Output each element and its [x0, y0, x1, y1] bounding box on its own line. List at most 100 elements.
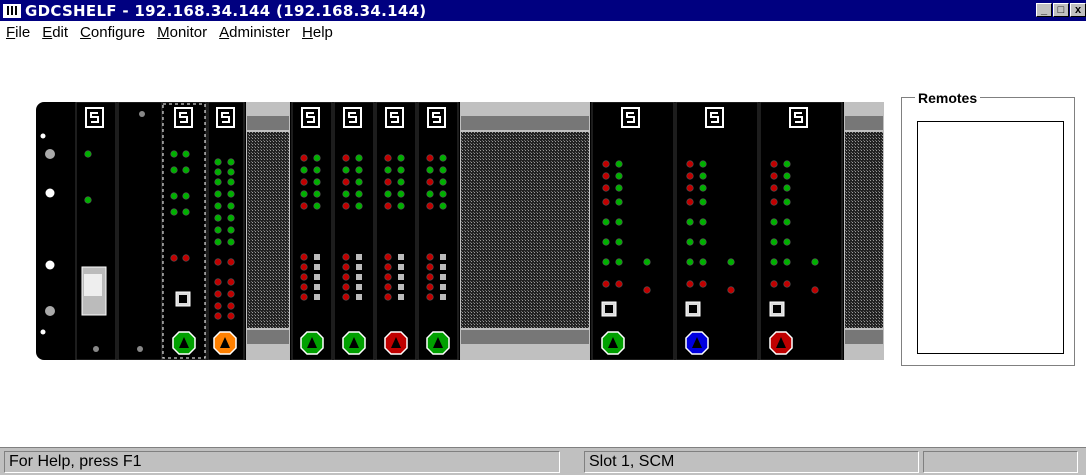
led-indicator — [170, 254, 178, 262]
led-indicator — [699, 172, 707, 180]
blank-slot-3 — [844, 102, 884, 360]
card-slot-1[interactable] — [161, 101, 207, 361]
led-indicator — [602, 258, 610, 266]
card-slot-8[interactable] — [675, 101, 759, 361]
card-panel — [759, 101, 843, 361]
led-indicator — [214, 190, 222, 198]
led-indicator — [643, 258, 651, 266]
title-bar: GDCSHELF - 192.168.34.144 (192.168.34.14… — [0, 0, 1086, 21]
led-indicator — [384, 263, 392, 271]
menu-edit[interactable]: Edit — [42, 24, 68, 41]
led-indicator — [214, 202, 222, 210]
led-indicator — [214, 290, 222, 298]
led-indicator — [300, 253, 308, 261]
led-indicator — [426, 253, 434, 261]
led-indicator — [615, 198, 623, 206]
blank-slot-2 — [460, 102, 590, 360]
menu-configure[interactable]: Configure — [80, 24, 145, 41]
led-indicator — [384, 190, 392, 198]
menu-bar: File Edit Configure Monitor Administer H… — [0, 21, 1086, 61]
led-indicator — [727, 258, 735, 266]
card-panel — [117, 101, 163, 361]
menu-administer[interactable]: Administer — [219, 24, 290, 41]
led-indicator — [783, 238, 791, 246]
status-square — [398, 274, 404, 280]
status-square — [440, 274, 446, 280]
led-indicator — [397, 166, 405, 174]
shelf-view[interactable] — [36, 101, 884, 361]
led-indicator — [727, 286, 735, 294]
led-indicator — [426, 154, 434, 162]
led-indicator — [439, 202, 447, 210]
led-indicator — [227, 190, 235, 198]
menu-file[interactable]: File — [6, 24, 30, 41]
card-slot-2[interactable] — [207, 101, 245, 361]
led-indicator — [397, 202, 405, 210]
led-indicator — [686, 280, 694, 288]
led-indicator — [342, 154, 350, 162]
card-slot-narrow[interactable] — [117, 101, 163, 361]
card-slot-5[interactable] — [375, 101, 417, 361]
led-indicator — [182, 192, 190, 200]
card-slot-scm[interactable] — [75, 101, 117, 361]
led-indicator — [342, 178, 350, 186]
status-square — [314, 264, 320, 270]
led-indicator — [699, 280, 707, 288]
led-indicator — [313, 166, 321, 174]
led-indicator — [300, 178, 308, 186]
card-panel — [207, 101, 245, 361]
window-controls: _ □ x — [1035, 3, 1086, 17]
led-indicator — [342, 293, 350, 301]
led-indicator — [426, 178, 434, 186]
led-indicator — [602, 238, 610, 246]
remotes-label: Remotes — [915, 90, 981, 106]
led-indicator — [170, 192, 178, 200]
led-indicator — [783, 218, 791, 226]
system-menu-icon[interactable] — [3, 3, 21, 18]
card-slot-9[interactable] — [759, 101, 843, 361]
led-indicator — [426, 190, 434, 198]
status-square — [398, 294, 404, 300]
led-indicator — [397, 178, 405, 186]
led-indicator — [602, 198, 610, 206]
led-indicator — [783, 198, 791, 206]
remotes-list[interactable] — [917, 121, 1064, 354]
led-indicator — [355, 166, 363, 174]
close-button[interactable]: x — [1070, 3, 1086, 17]
card-panel — [675, 101, 759, 361]
led-indicator — [811, 286, 819, 294]
card-slot-7[interactable] — [591, 101, 675, 361]
led-indicator — [615, 280, 623, 288]
led-indicator — [300, 293, 308, 301]
card-slot-4[interactable] — [333, 101, 375, 361]
card-panel — [291, 101, 333, 361]
card-slot-6[interactable] — [417, 101, 459, 361]
led-indicator — [699, 160, 707, 168]
led-indicator — [355, 202, 363, 210]
led-indicator — [313, 202, 321, 210]
menu-monitor[interactable]: Monitor — [157, 24, 207, 41]
led-indicator — [342, 283, 350, 291]
led-indicator — [439, 154, 447, 162]
led-indicator — [439, 178, 447, 186]
led-indicator — [770, 258, 778, 266]
led-indicator — [313, 178, 321, 186]
led-indicator — [227, 168, 235, 176]
led-indicator — [300, 154, 308, 162]
restore-button[interactable]: □ — [1053, 3, 1069, 17]
led-indicator — [602, 160, 610, 168]
card-slot-3[interactable] — [291, 101, 333, 361]
led-indicator — [214, 258, 222, 266]
led-indicator — [615, 238, 623, 246]
led-indicator — [182, 254, 190, 262]
menu-help[interactable]: Help — [302, 24, 333, 41]
led-indicator — [300, 166, 308, 174]
led-indicator — [355, 154, 363, 162]
led-indicator — [227, 312, 235, 320]
led-indicator — [342, 190, 350, 198]
led-indicator — [770, 280, 778, 288]
status-help-text: For Help, press F1 — [4, 450, 560, 473]
status-square — [398, 264, 404, 270]
shelf-graphic[interactable] — [36, 101, 884, 361]
minimize-button[interactable]: _ — [1036, 3, 1052, 17]
